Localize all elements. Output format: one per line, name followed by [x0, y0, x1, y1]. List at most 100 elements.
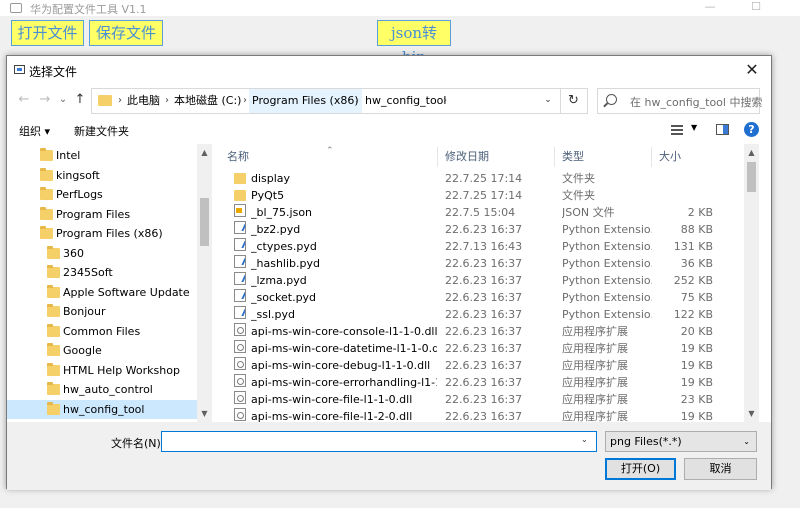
scroll-down-arrow-icon[interactable]: ▼: [744, 405, 759, 422]
column-header-name[interactable]: 名称 ⌃: [219, 146, 429, 167]
nav-item[interactable]: 360: [7, 244, 197, 263]
filename-dropdown-icon[interactable]: ⌄: [581, 435, 588, 444]
file-size: 19 KB: [680, 342, 713, 355]
back-arrow-icon[interactable]: ←: [16, 92, 32, 108]
file-row[interactable]: api-ms-win-core-file-l1-2-0.dll 22.6.23 1…: [219, 408, 759, 422]
forward-arrow-icon[interactable]: →: [37, 92, 53, 108]
file-row[interactable]: PyQt5 22.7.25 17:14 文件夹: [219, 187, 759, 204]
file-row[interactable]: api-ms-win-core-errorhandling-l1-1-... 22…: [219, 374, 759, 391]
dll-file-icon: [234, 323, 246, 336]
navigation-bar: ← → ⌄ ↑ › 此电脑 › 本地磁盘 (C:) › Program File…: [7, 84, 771, 116]
column-header-type[interactable]: 类型: [554, 147, 644, 167]
file-date: 22.6.23 16:37: [445, 393, 523, 406]
folder-icon: [47, 245, 60, 259]
up-arrow-icon[interactable]: ↑: [72, 92, 88, 108]
address-dropdown-icon[interactable]: ⌄: [538, 89, 558, 113]
close-icon[interactable]: ✕: [733, 56, 771, 84]
breadcrumb-program-files-x86[interactable]: Program Files (x86): [249, 89, 362, 113]
nav-item[interactable]: Apple Software Update: [7, 283, 197, 302]
maximize-icon[interactable]: ☐: [736, 0, 776, 16]
file-row[interactable]: display 22.7.25 17:14 文件夹: [219, 170, 759, 187]
nav-item[interactable]: Common Files: [7, 322, 197, 341]
file-type: 应用程序扩展: [562, 410, 628, 422]
file-row[interactable]: api-ms-win-core-datetime-l1-1-0.dll 22.6.…: [219, 340, 759, 357]
file-type-select[interactable]: png Files(*.*) ⌄: [605, 431, 757, 452]
nav-item-label: Program Files: [56, 207, 131, 221]
file-row[interactable]: _bz2.pyd 22.6.23 16:37 Python Extensio... 8…: [219, 221, 759, 238]
file-size: 19 KB: [680, 376, 713, 389]
nav-pane-scrollbar[interactable]: ▲ ▼: [197, 144, 212, 422]
breadcrumb-separator[interactable]: ›: [118, 89, 122, 113]
file-row[interactable]: _hashlib.pyd 22.6.23 16:37 Python Extensio…: [219, 255, 759, 272]
nav-item[interactable]: Bonjour: [7, 302, 197, 321]
file-row[interactable]: _bl_75.json 22.7.5 15:04 JSON 文件 2 KB: [219, 204, 759, 221]
folder-icon: [47, 323, 60, 337]
minimize-icon[interactable]: —: [690, 0, 730, 16]
nav-item-label: Google: [63, 344, 102, 357]
file-row[interactable]: _ctypes.pyd 22.7.13 16:43 Python Extensio.…: [219, 238, 759, 255]
breadcrumb-separator[interactable]: ›: [165, 89, 169, 113]
breadcrumb-separator[interactable]: ›: [355, 89, 359, 113]
nav-item[interactable]: HTML Help Workshop: [7, 361, 197, 380]
scroll-up-arrow-icon[interactable]: ▲: [197, 144, 212, 161]
open-button[interactable]: 打开(O): [605, 458, 676, 480]
file-row[interactable]: api-ms-win-core-console-l1-1-0.dll 22.6.2…: [219, 323, 759, 340]
file-type: JSON 文件: [562, 206, 615, 219]
file-row[interactable]: _lzma.pyd 22.6.23 16:37 Python Extensio...…: [219, 272, 759, 289]
refresh-icon[interactable]: ↻: [560, 89, 586, 113]
file-name: api-ms-win-core-datetime-l1-1-0.dll: [251, 342, 437, 355]
scrollbar-thumb[interactable]: [200, 198, 209, 246]
filename-input[interactable]: [161, 431, 597, 452]
recent-locations-dropdown-icon[interactable]: ⌄: [55, 92, 71, 108]
file-row[interactable]: _ssl.pyd 22.6.23 16:37 Python Extensio... 1…: [219, 306, 759, 323]
address-bar[interactable]: › 此电脑 › 本地磁盘 (C:) › Program Files (x86) …: [91, 88, 588, 114]
file-type: 文件夹: [562, 189, 595, 202]
view-options-icon[interactable]: [671, 125, 683, 135]
file-name: api-ms-win-core-file-l1-2-0.dll: [251, 410, 413, 422]
nav-item[interactable]: hw_auto_control: [7, 380, 197, 399]
nav-item[interactable]: hw_config_tool: [7, 399, 197, 419]
scroll-up-arrow-icon[interactable]: ▲: [744, 144, 759, 161]
sort-ascending-icon: ⌃: [326, 146, 334, 156]
nav-item[interactable]: 2345Soft: [7, 263, 197, 282]
file-row[interactable]: api-ms-win-core-file-l1-1-0.dll 22.6.23 1…: [219, 391, 759, 408]
nav-item[interactable]: PerfLogs: [7, 185, 197, 204]
open-file-button[interactable]: 打开文件: [11, 20, 84, 46]
json-to-bin-button[interactable]: json转bin: [377, 20, 451, 66]
cancel-button[interactable]: 取消: [684, 458, 757, 480]
file-name: _lzma.pyd: [251, 274, 307, 287]
breadcrumb-hw-config-tool[interactable]: hw_config_tool: [362, 89, 449, 113]
dialog-title: 选择文件: [29, 65, 78, 79]
column-header-size[interactable]: 大小: [651, 147, 721, 167]
file-type-dropdown-icon: ⌄: [743, 437, 750, 446]
folder-icon: [40, 148, 53, 161]
nav-item-label: hw_config_tool: [63, 402, 145, 416]
nav-item[interactable]: Intel: [7, 146, 197, 165]
save-file-button[interactable]: 保存文件: [89, 20, 163, 46]
nav-item[interactable]: Program Files: [7, 205, 197, 224]
new-folder-button[interactable]: 新建文件夹: [74, 123, 129, 139]
folder-icon: [47, 343, 60, 356]
dll-file-icon: [234, 340, 246, 353]
nav-item-label: Bonjour: [63, 305, 106, 318]
breadcrumb-separator[interactable]: ›: [243, 89, 247, 113]
file-list-scrollbar[interactable]: ▲ ▼: [744, 144, 759, 422]
breadcrumb-this-pc[interactable]: 此电脑: [124, 89, 163, 113]
scroll-down-arrow-icon[interactable]: ▼: [197, 405, 212, 422]
folder-icon: [40, 206, 53, 220]
file-type: Python Extensio...: [562, 257, 652, 270]
search-field[interactable]: 在 hw_config_tool 中搜索: [597, 88, 762, 114]
preview-pane-icon[interactable]: [716, 124, 729, 135]
organize-menu[interactable]: 组织 ▾: [19, 123, 50, 139]
breadcrumb-separator[interactable]: ›: [443, 89, 447, 113]
nav-item[interactable]: Google: [7, 341, 197, 360]
breadcrumb-local-disk[interactable]: 本地磁盘 (C:): [171, 89, 244, 113]
view-dropdown-icon[interactable]: ▼: [691, 123, 697, 132]
nav-item[interactable]: Program Files (x86): [7, 224, 197, 243]
file-row[interactable]: _socket.pyd 22.6.23 16:37 Python Extensio.…: [219, 289, 759, 306]
column-header-date[interactable]: 修改日期: [437, 147, 547, 167]
scrollbar-thumb[interactable]: [747, 162, 756, 192]
help-icon[interactable]: ?: [744, 122, 759, 137]
nav-item[interactable]: kingsoft: [7, 166, 197, 185]
file-row[interactable]: api-ms-win-core-debug-l1-1-0.dll 22.6.23 …: [219, 357, 759, 374]
